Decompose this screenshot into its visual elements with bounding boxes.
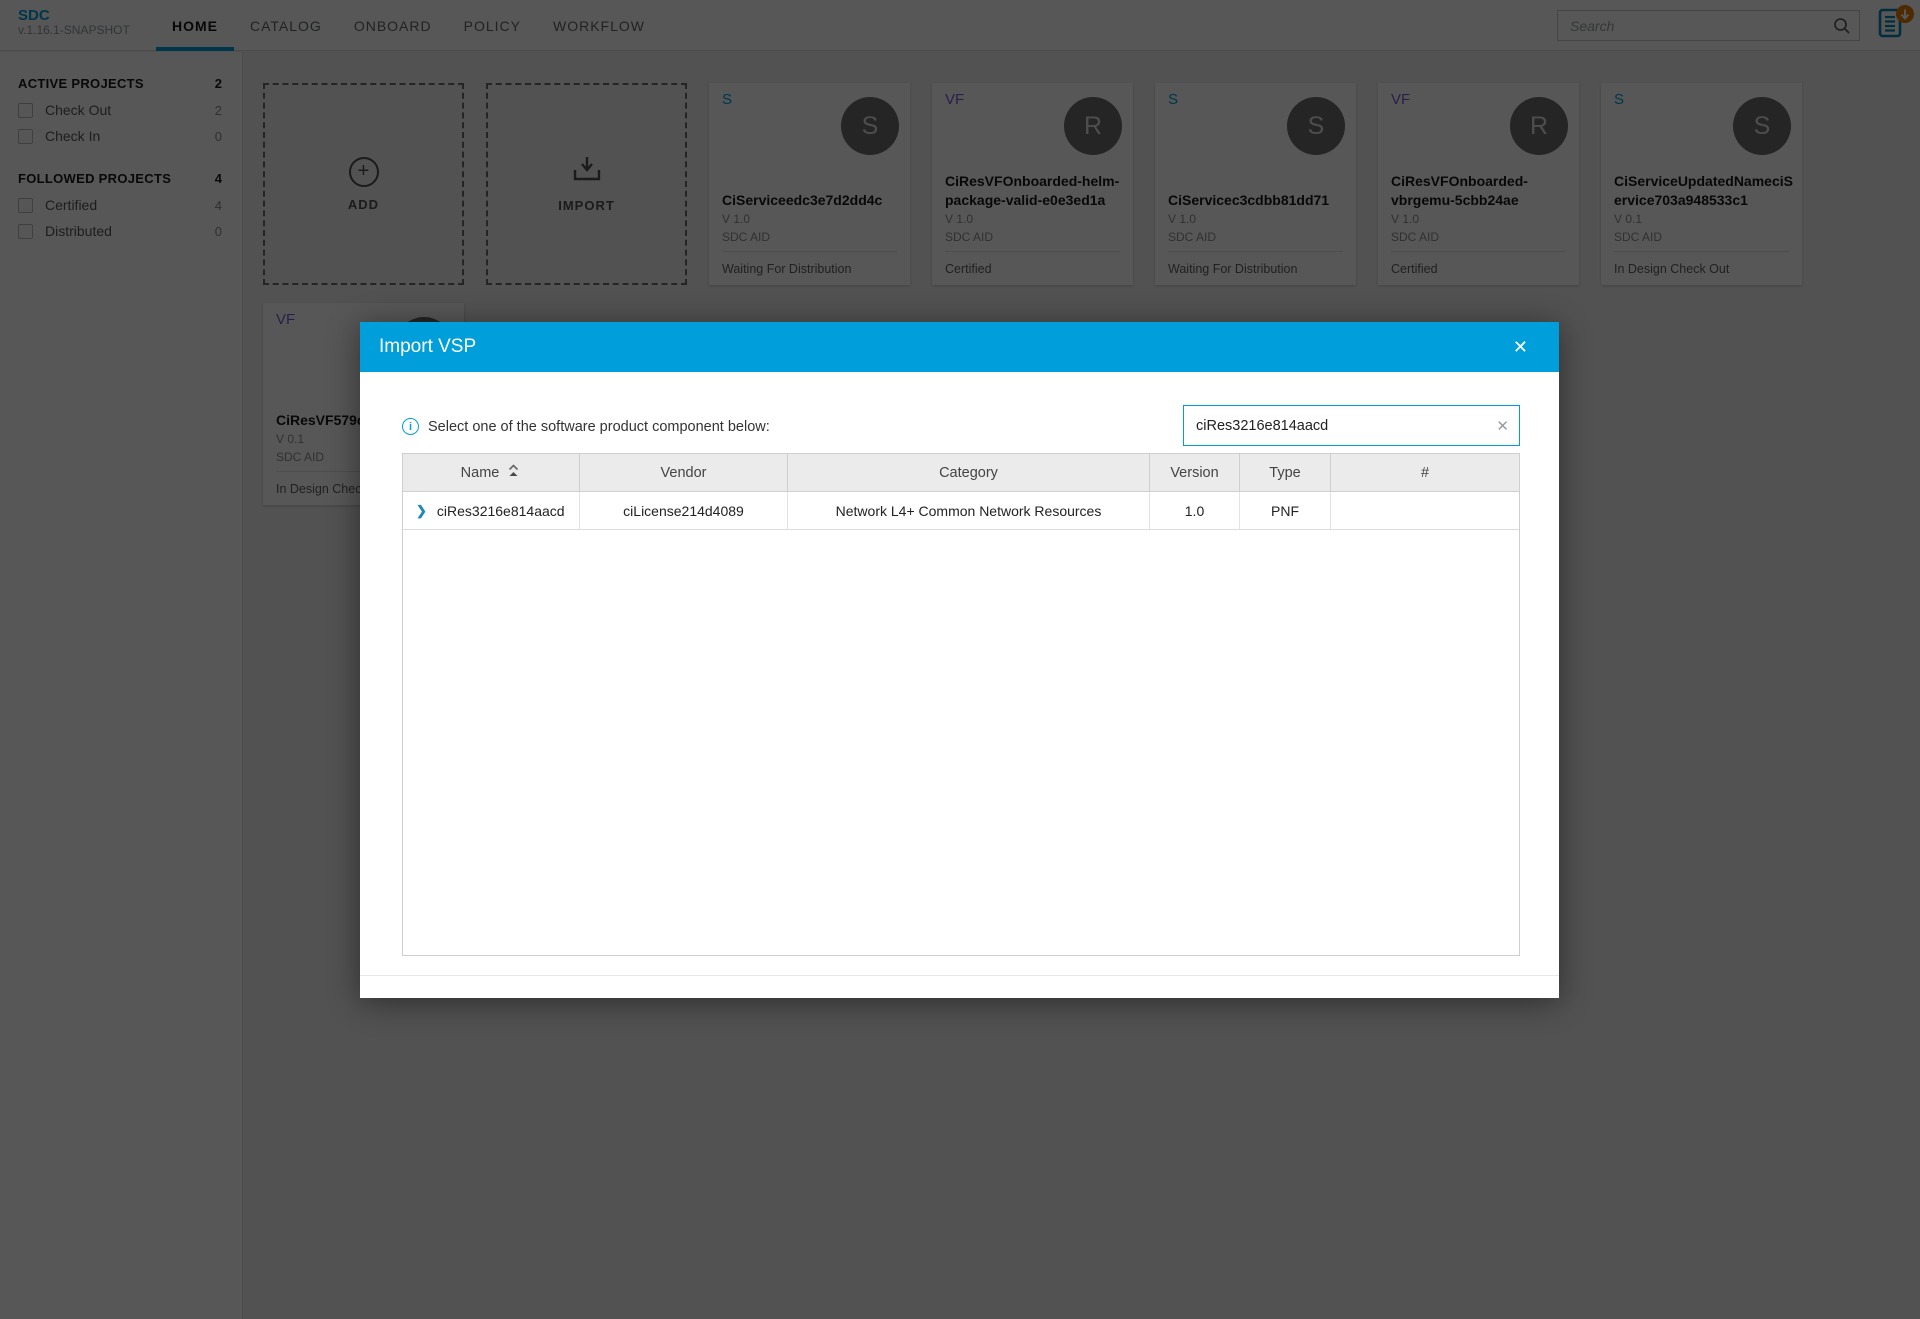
table-row[interactable]: ❯ ciRes3216e814aacd ciLicense214d4089 Ne… <box>403 492 1519 530</box>
import-vsp-modal: Import VSP ✕ i Select one of the softwar… <box>360 322 1559 998</box>
instruction-row: i Select one of the software product com… <box>402 418 770 435</box>
column-header-name[interactable]: Name <box>403 454 580 491</box>
modal-footer <box>360 975 1559 998</box>
cell-version: 1.0 <box>1150 492 1240 529</box>
modal-header: Import VSP ✕ <box>360 322 1559 372</box>
cell-hash <box>1331 492 1519 529</box>
close-icon[interactable]: ✕ <box>1501 333 1540 362</box>
cell-vendor: ciLicense214d4089 <box>580 492 788 529</box>
cell-type: PNF <box>1240 492 1331 529</box>
clear-icon[interactable]: ✕ <box>1496 417 1509 435</box>
vsp-search: ✕ <box>1183 405 1520 446</box>
column-header-category[interactable]: Category <box>788 454 1150 491</box>
sort-ascending-icon <box>506 463 521 482</box>
info-icon: i <box>402 418 419 435</box>
cell-category: Network L4+ Common Network Resources <box>788 492 1150 529</box>
vsp-search-input[interactable] <box>1184 406 1519 445</box>
modal-instruction: Select one of the software product compo… <box>428 418 770 435</box>
column-header-vendor[interactable]: Vendor <box>580 454 788 491</box>
modal-title: Import VSP <box>379 336 477 357</box>
table-header-row: Name Vendor Category Version Type # <box>403 454 1519 492</box>
column-header-version[interactable]: Version <box>1150 454 1240 491</box>
column-header-type[interactable]: Type <box>1240 454 1331 491</box>
column-header-hash[interactable]: # <box>1331 454 1519 491</box>
chevron-right-icon[interactable]: ❯ <box>416 503 427 519</box>
cell-name: ❯ ciRes3216e814aacd <box>403 492 580 529</box>
vsp-table: Name Vendor Category Version Type # ❯ ci… <box>402 453 1520 956</box>
